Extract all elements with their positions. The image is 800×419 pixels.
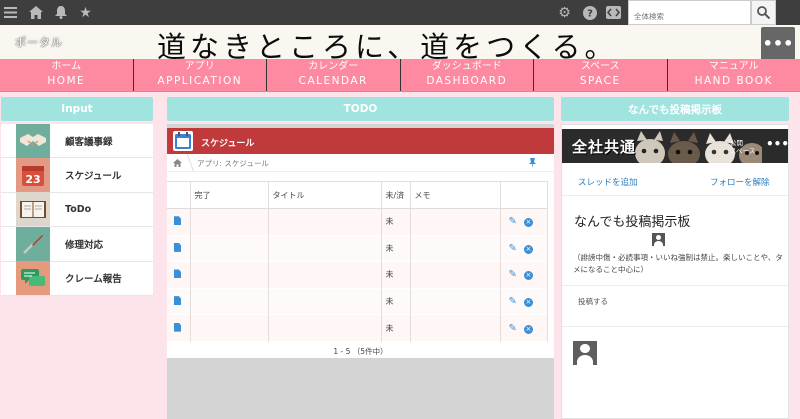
input-item-repair[interactable]: 修理対応 bbox=[1, 226, 153, 262]
delete-icon[interactable]: × bbox=[523, 218, 533, 228]
calendar-icon bbox=[173, 131, 193, 151]
edit-icon[interactable]: ✎ bbox=[509, 296, 517, 307]
record-detail-icon[interactable] bbox=[174, 242, 181, 252]
delete-icon[interactable]: × bbox=[523, 324, 533, 334]
help-icon[interactable]: ? bbox=[581, 4, 598, 21]
portal-options-button[interactable]: ••• bbox=[761, 27, 795, 60]
avatar bbox=[652, 233, 665, 246]
status-cell: 未 bbox=[381, 314, 411, 342]
thread-description: （誹謗中傷・必読事項・いいね強制は禁止。楽しいことや、タメになること中心に） bbox=[573, 253, 783, 274]
column-header-status[interactable]: 未/済 bbox=[381, 181, 411, 209]
add-thread-link[interactable]: スレッドを追加 bbox=[578, 176, 638, 188]
input-item-customer-minutes[interactable]: 顧客議事録 bbox=[1, 123, 153, 159]
bell-icon[interactable] bbox=[52, 4, 69, 21]
notebook-icon bbox=[16, 192, 50, 227]
svg-text:23: 23 bbox=[25, 173, 40, 186]
record-detail-icon[interactable] bbox=[174, 296, 181, 306]
table-row: 未 ✎ × bbox=[167, 208, 548, 236]
gear-icon[interactable]: ⚙ bbox=[556, 4, 573, 21]
star-icon[interactable]: ★ bbox=[77, 4, 94, 21]
edit-icon[interactable]: ✎ bbox=[509, 269, 517, 280]
input-app-list: 顧客議事録 23 スケジュール ToDo 修理対応 クレーム報告 bbox=[1, 123, 153, 296]
portal-label: ポータル bbox=[15, 36, 63, 49]
board-panel: 全社共通 公開 スペース ••• スレッドを追加 フォローを解除 なんでも投稿掲示… bbox=[561, 124, 789, 419]
space-banner-title: 全社共通 bbox=[572, 138, 637, 156]
space-options-button[interactable]: ••• bbox=[766, 137, 788, 151]
status-cell: 未 bbox=[381, 261, 411, 289]
nav-item-space[interactable]: スペース SPACE bbox=[533, 59, 667, 91]
status-cell: 未 bbox=[381, 288, 411, 315]
chat-bubbles-icon bbox=[16, 261, 50, 296]
nav-item-calendar[interactable]: カレンダー CALENDAR bbox=[266, 59, 400, 91]
top-bar: ★ ⚙ ? bbox=[0, 0, 800, 25]
pin-icon[interactable] bbox=[529, 158, 536, 168]
svg-text:?: ? bbox=[587, 8, 593, 19]
portal-banner: ポータル 道なきところに、道をつくる。 bbox=[0, 25, 800, 64]
column-header-memo[interactable]: メモ bbox=[410, 181, 501, 209]
home-icon[interactable] bbox=[173, 159, 182, 167]
record-detail-icon[interactable] bbox=[174, 216, 181, 226]
public-space-label: 公開 スペース bbox=[730, 139, 756, 155]
delete-icon[interactable]: × bbox=[523, 298, 533, 308]
record-detail-icon[interactable] bbox=[174, 269, 181, 279]
calendar-23-icon: 23 bbox=[16, 158, 50, 193]
todo-table: 完了 タイトル 未/済 メモ 未 ✎ × 未 ✎ × 未 ✎ × 未 ✎ × 未… bbox=[167, 181, 548, 342]
code-icon[interactable] bbox=[605, 4, 622, 21]
record-detail-icon[interactable] bbox=[174, 322, 181, 332]
screwdriver-icon bbox=[16, 226, 50, 261]
table-row: 未 ✎ × bbox=[167, 314, 548, 342]
input-item-todo[interactable]: ToDo bbox=[1, 192, 153, 228]
space-banner: 全社共通 公開 スペース ••• bbox=[562, 129, 788, 163]
nav-item-dashboard[interactable]: ダッシュボード DASHBOARD bbox=[399, 59, 534, 91]
nav-item-home[interactable]: ホーム HOME bbox=[0, 59, 133, 91]
breadcrumb: アプリ: スケジュール bbox=[167, 154, 554, 172]
todo-panel-header: TODO bbox=[167, 97, 554, 121]
search-icon bbox=[757, 6, 770, 19]
edit-icon[interactable]: ✎ bbox=[509, 323, 517, 334]
nav-item-application[interactable]: アプリ APPLICATION bbox=[132, 59, 267, 91]
handshake-icon bbox=[16, 123, 50, 158]
column-header bbox=[167, 181, 191, 209]
table-row: 未 ✎ × bbox=[167, 288, 548, 315]
todo-title-bar: スケジュール bbox=[167, 128, 554, 154]
todo-card: スケジュール アプリ: スケジュール 完了 タイトル 未/済 メモ 未 ✎ × … bbox=[167, 128, 554, 358]
edit-icon[interactable]: ✎ bbox=[509, 216, 517, 227]
todo-panel: スケジュール アプリ: スケジュール 完了 タイトル 未/済 メモ 未 ✎ × … bbox=[167, 124, 554, 419]
status-cell: 未 bbox=[381, 235, 411, 262]
thread-title: なんでも投稿掲示板 bbox=[574, 215, 691, 230]
input-item-schedule[interactable]: 23 スケジュール bbox=[1, 158, 153, 193]
pagination-info: 1 - 5 （5件中） bbox=[333, 347, 388, 356]
main-nav: ホーム HOME アプリ APPLICATION カレンダー CALENDAR ダッシ… bbox=[0, 59, 800, 92]
delete-icon[interactable]: × bbox=[523, 244, 533, 254]
home-icon[interactable] bbox=[27, 4, 44, 21]
table-row: 未 ✎ × bbox=[167, 261, 548, 289]
input-item-complaint[interactable]: クレーム報告 bbox=[1, 261, 153, 296]
search-button[interactable] bbox=[751, 0, 776, 25]
column-header bbox=[500, 181, 548, 209]
table-header-row: 完了 タイトル 未/済 メモ bbox=[167, 181, 548, 209]
edit-icon[interactable]: ✎ bbox=[509, 243, 517, 254]
breadcrumb-app[interactable]: アプリ: スケジュール bbox=[197, 158, 269, 169]
unfollow-link[interactable]: フォローを解除 bbox=[710, 176, 770, 188]
post-input-placeholder[interactable]: 投稿する bbox=[578, 296, 608, 307]
hamburger-menu-icon[interactable] bbox=[2, 4, 19, 21]
avatar bbox=[573, 341, 597, 365]
column-header-done[interactable]: 完了 bbox=[190, 181, 269, 209]
input-panel-header: Input bbox=[1, 97, 153, 121]
delete-icon[interactable]: × bbox=[523, 271, 533, 281]
status-cell: 未 bbox=[381, 208, 411, 236]
nav-item-handbook[interactable]: マニュアル HAND BOOK bbox=[666, 59, 800, 91]
table-row: 未 ✎ × bbox=[167, 235, 548, 262]
todo-app-title: スケジュール bbox=[201, 139, 255, 149]
board-panel-header: なんでも投稿掲示板 bbox=[561, 97, 789, 121]
global-search-input[interactable] bbox=[628, 0, 751, 25]
column-header-title[interactable]: タイトル bbox=[268, 181, 382, 209]
